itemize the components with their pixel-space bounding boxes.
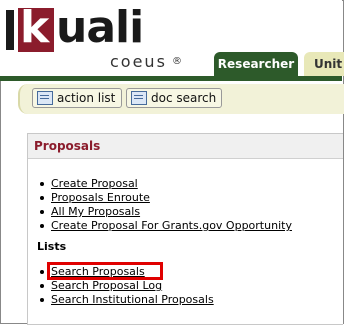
- app-header: k uali coeus ® Researcher Unit: [0, 0, 344, 76]
- tab-unit-label: Unit: [314, 57, 343, 71]
- logo-k-letter: k: [20, 2, 49, 53]
- list-item: Proposals Enroute: [37, 191, 292, 205]
- list-item: Create Proposal For Grants.gov Opportuni…: [37, 219, 292, 233]
- tab-researcher-label: Researcher: [217, 57, 295, 71]
- list-icon: [37, 91, 53, 105]
- list-item: Create Proposal: [37, 177, 292, 191]
- proposals-title: Proposals: [28, 134, 343, 159]
- proposals-panel: Proposals Create Proposal Proposals Enro…: [27, 133, 343, 325]
- document-search-icon: [131, 91, 147, 105]
- logo-bar: [6, 10, 14, 50]
- search-proposal-log-link[interactable]: Search Proposal Log: [51, 279, 162, 292]
- action-list-label: action list: [57, 91, 116, 105]
- search-institutional-proposals-link[interactable]: Search Institutional Proposals: [51, 293, 214, 306]
- action-list-button[interactable]: action list: [32, 88, 122, 108]
- logo-registered-mark: ®: [172, 56, 182, 67]
- list-item: All My Proposals: [37, 205, 292, 219]
- create-grants-gov-proposal-link[interactable]: Create Proposal For Grants.gov Opportuni…: [51, 219, 292, 232]
- list-item: Search Proposal Log: [37, 279, 214, 293]
- logo-wordmark: uali: [56, 2, 144, 53]
- proposals-enroute-link[interactable]: Proposals Enroute: [51, 191, 150, 204]
- doc-search-label: doc search: [151, 91, 217, 105]
- tab-underline-bar: [0, 76, 342, 81]
- highlight-box: [47, 262, 163, 280]
- doc-search-button[interactable]: doc search: [126, 88, 222, 108]
- toolbar: action list doc search: [18, 84, 344, 114]
- all-my-proposals-link[interactable]: All My Proposals: [51, 205, 140, 218]
- proposal-actions-list: Create Proposal Proposals Enroute All My…: [37, 177, 292, 233]
- lists-heading: Lists: [37, 240, 67, 253]
- list-item: Search Institutional Proposals: [37, 293, 214, 307]
- create-proposal-link[interactable]: Create Proposal: [51, 177, 138, 190]
- tab-researcher[interactable]: Researcher: [214, 52, 298, 76]
- tab-unit[interactable]: Unit: [304, 52, 344, 76]
- logo-subtitle: coeus: [110, 52, 167, 71]
